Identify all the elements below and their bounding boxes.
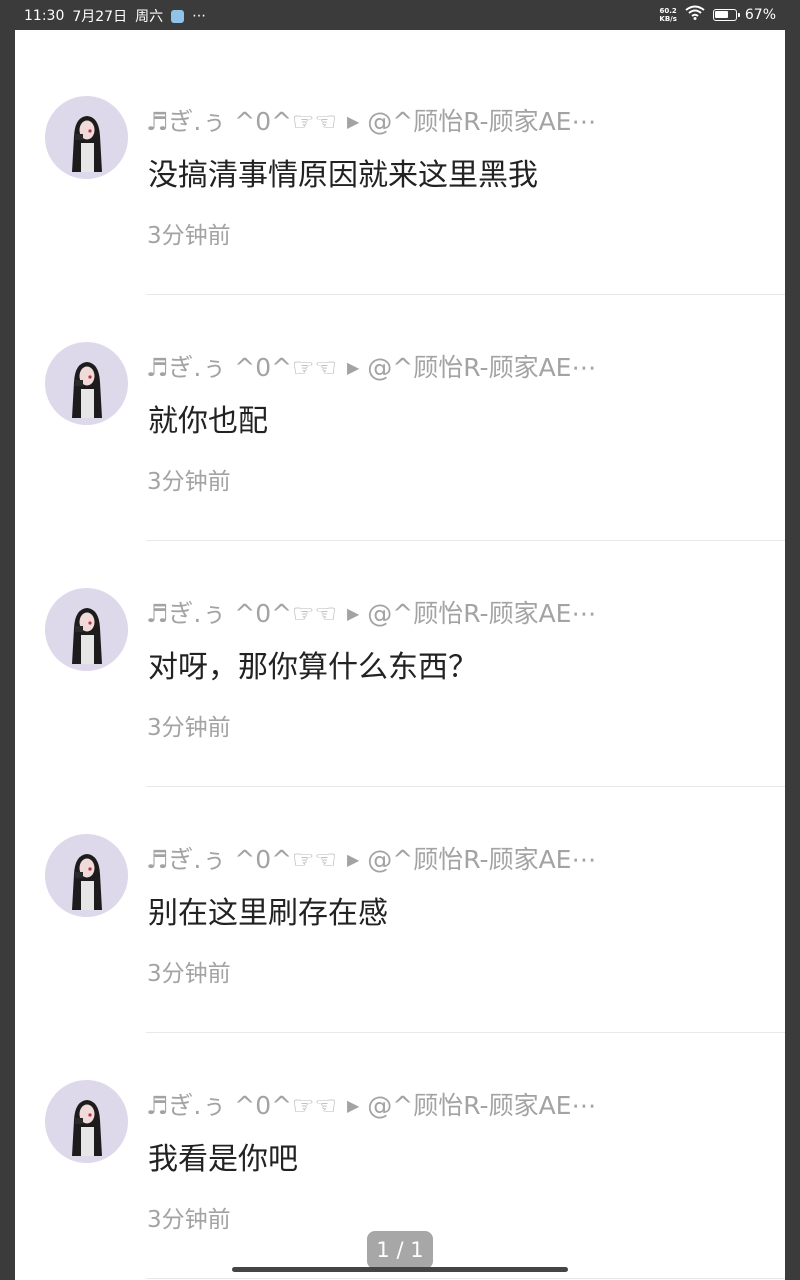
author-name[interactable]: ♬ぎ.ぅ ^0^☞☜	[146, 107, 337, 136]
reply-arrow-icon: ▶	[346, 850, 360, 869]
home-indicator-bar[interactable]	[232, 1267, 568, 1272]
page-indicator: 1 / 1	[367, 1231, 433, 1269]
status-right: 60.2 KB/s 67%	[659, 5, 776, 24]
comment-time: 3分钟前	[147, 1207, 231, 1233]
more-notifications-icon: ⋯	[192, 8, 208, 24]
status-date: 7月27日	[72, 9, 128, 25]
reply-to-name[interactable]: @^顾怡R-顾家AE⋯	[367, 353, 596, 382]
comment-time: 3分钟前	[147, 961, 231, 987]
wifi-icon	[685, 5, 705, 24]
network-speed: 60.2 KB/s	[659, 7, 676, 23]
comment-item[interactable]: ♬ぎ.ぅ ^0^☞☜ ▶ @^顾怡R-顾家AE⋯ 没搞清事情原因就来这里黑我 3分钟…	[15, 30, 785, 295]
reply-arrow-icon: ▶	[346, 112, 360, 131]
notification-app-icon	[171, 9, 185, 23]
comment-item[interactable]: ♬ぎ.ぅ ^0^☞☜ ▶ @^顾怡R-顾家AE⋯ 别在这里刷存在感 3分钟前	[15, 768, 785, 1033]
comment-time: 3分钟前	[147, 469, 231, 495]
battery-percent: 67%	[744, 6, 776, 23]
reply-to-name[interactable]: @^顾怡R-顾家AE⋯	[367, 845, 596, 874]
avatar[interactable]	[45, 1080, 128, 1163]
avatar[interactable]	[45, 342, 128, 425]
reply-to-name[interactable]: @^顾怡R-顾家AE⋯	[367, 1091, 596, 1120]
comment-item[interactable]: ♬ぎ.ぅ ^0^☞☜ ▶ @^顾怡R-顾家AE⋯ 就你也配 3分钟前	[15, 276, 785, 541]
battery-fill	[715, 11, 729, 18]
comment-text: 我看是你吧	[148, 1142, 298, 1177]
author-name[interactable]: ♬ぎ.ぅ ^0^☞☜	[146, 1091, 337, 1120]
comment-time: 3分钟前	[147, 715, 231, 741]
comment-text: 别在这里刷存在感	[148, 896, 388, 931]
comment-item[interactable]: ♬ぎ.ぅ ^0^☞☜ ▶ @^顾怡R-顾家AE⋯ 对呀，那你算什么东西？ 3分钟前	[15, 522, 785, 787]
comment-text: 对呀，那你算什么东西？	[148, 650, 478, 685]
avatar[interactable]	[45, 96, 128, 179]
network-speed-value: 60.2	[659, 6, 677, 15]
battery-icon	[712, 8, 740, 21]
network-speed-unit: KB/s	[659, 14, 677, 23]
author-line: ♬ぎ.ぅ ^0^☞☜ ▶ @^顾怡R-顾家AE⋯	[146, 102, 596, 138]
author-line: ♬ぎ.ぅ ^0^☞☜ ▶ @^顾怡R-顾家AE⋯	[146, 594, 596, 630]
status-time: 11:30	[24, 8, 65, 24]
comment-time: 3分钟前	[147, 223, 231, 249]
author-line: ♬ぎ.ぅ ^0^☞☜ ▶ @^顾怡R-顾家AE⋯	[146, 1086, 596, 1122]
reply-to-name[interactable]: @^顾怡R-顾家AE⋯	[367, 599, 596, 628]
author-name[interactable]: ♬ぎ.ぅ ^0^☞☜	[146, 353, 337, 382]
avatar[interactable]	[45, 834, 128, 917]
reply-arrow-icon: ▶	[346, 604, 360, 623]
comment-text: 没搞清事情原因就来这里黑我	[148, 158, 538, 193]
comment-item[interactable]: ♬ぎ.ぅ ^0^☞☜ ▶ @^顾怡R-顾家AE⋯ 我看是你吧 3分钟前	[15, 1014, 785, 1279]
avatar[interactable]	[45, 588, 128, 671]
author-name[interactable]: ♬ぎ.ぅ ^0^☞☜	[146, 599, 337, 628]
reply-arrow-icon: ▶	[346, 358, 360, 377]
status-bar: 11:30 7月27日 周六 ⋯ 60.2 KB/s 67%	[0, 0, 800, 30]
status-weekday: 周六	[135, 9, 164, 25]
divider	[146, 1278, 785, 1279]
author-line: ♬ぎ.ぅ ^0^☞☜ ▶ @^顾怡R-顾家AE⋯	[146, 348, 596, 384]
status-left: 11:30 7月27日 周六 ⋯	[24, 6, 207, 26]
reply-arrow-icon: ▶	[346, 1096, 360, 1115]
comment-list: ♬ぎ.ぅ ^0^☞☜ ▶ @^顾怡R-顾家AE⋯ 没搞清事情原因就来这里黑我 3分钟…	[15, 30, 785, 1280]
reply-to-name[interactable]: @^顾怡R-顾家AE⋯	[367, 107, 596, 136]
comment-text: 就你也配	[148, 404, 268, 439]
author-line: ♬ぎ.ぅ ^0^☞☜ ▶ @^顾怡R-顾家AE⋯	[146, 840, 596, 876]
author-name[interactable]: ♬ぎ.ぅ ^0^☞☜	[146, 845, 337, 874]
